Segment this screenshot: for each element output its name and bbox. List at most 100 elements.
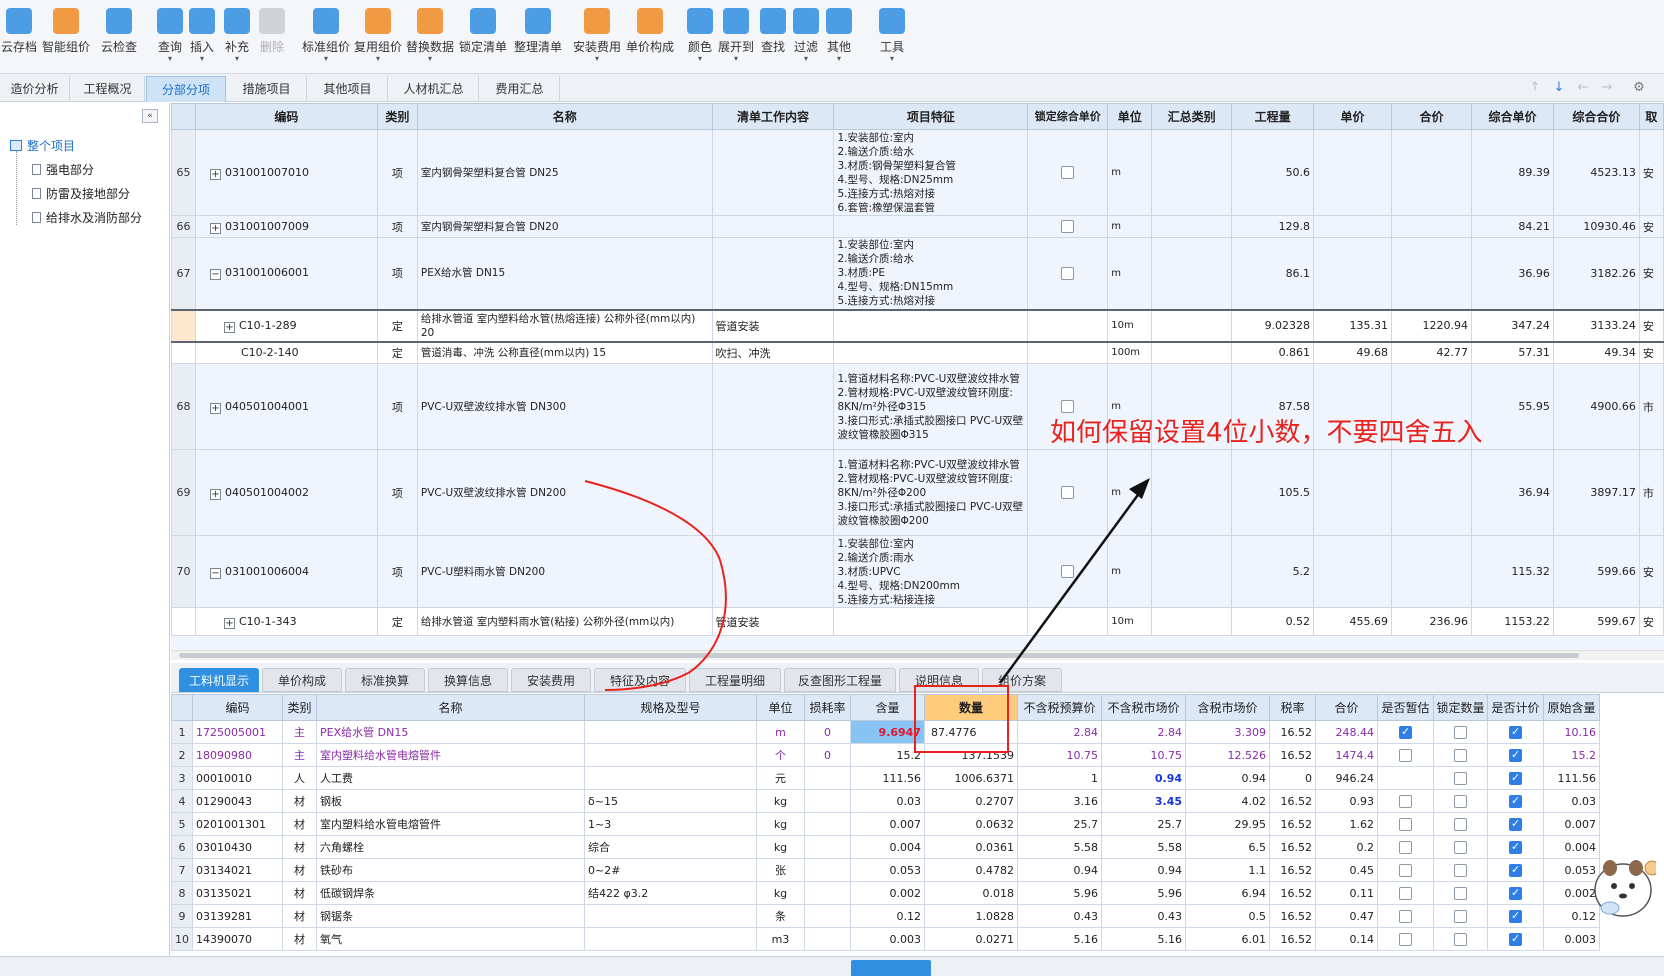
- cell-lock[interactable]: [1433, 789, 1488, 813]
- cell-unit[interactable]: 条: [756, 904, 805, 928]
- lock-price-checkbox[interactable]: [1061, 267, 1075, 280]
- tab-measures[interactable]: 措施项目: [227, 76, 307, 102]
- cell-lock[interactable]: [1433, 927, 1488, 951]
- column-settings-icon[interactable]: ⚙: [1630, 80, 1648, 96]
- cell-unit[interactable]: 10m: [1107, 308, 1153, 343]
- expand-icon[interactable]: +: [223, 321, 235, 333]
- cell-total[interactable]: 0.45: [1315, 858, 1378, 882]
- column-header[interactable]: 综合合价: [1552, 103, 1640, 130]
- cell-loss[interactable]: [804, 927, 851, 951]
- cell-loss[interactable]: [804, 881, 851, 905]
- cell-priced[interactable]: [1487, 904, 1544, 928]
- cell-name[interactable]: 室内钢骨架塑料复合管 DN25: [416, 129, 713, 216]
- cell-code[interactable]: C10-2-140: [194, 341, 378, 364]
- tab-other-items[interactable]: 其他项目: [308, 76, 388, 102]
- cell-qty[interactable]: 50.6: [1231, 129, 1315, 216]
- cell-cprice[interactable]: 57.31: [1470, 341, 1554, 364]
- cell-num[interactable]: 1: [171, 720, 193, 744]
- cell-type[interactable]: 主: [282, 743, 317, 767]
- cell-price[interactable]: [1313, 237, 1393, 310]
- est-checkbox[interactable]: [1399, 932, 1412, 946]
- est-checkbox[interactable]: [1399, 863, 1412, 877]
- lock-checkbox[interactable]: [1454, 863, 1467, 877]
- cell-unit[interactable]: m: [756, 720, 805, 744]
- cell-code[interactable]: +040501004001: [194, 363, 378, 450]
- cell-budget[interactable]: 0.94: [1017, 858, 1102, 882]
- cell-orig[interactable]: 0.007: [1543, 812, 1600, 836]
- cell-ctotal[interactable]: 4523.13: [1552, 129, 1640, 216]
- cell-cprice[interactable]: 1153.22: [1470, 607, 1554, 636]
- priced-checkbox[interactable]: [1509, 909, 1522, 923]
- cell-unit[interactable]: 个: [756, 743, 805, 767]
- cell-unit[interactable]: kg: [756, 812, 805, 836]
- column-header[interactable]: 合价: [1391, 103, 1472, 130]
- cell-content[interactable]: 0.003: [850, 927, 925, 951]
- cell-ctotal[interactable]: 3897.17: [1552, 449, 1640, 536]
- cell-priced[interactable]: [1487, 812, 1544, 836]
- cell-total[interactable]: 0.47: [1315, 904, 1378, 928]
- table-row[interactable]: 67−031001006001 项 PEX给水管 DN15 1.安装部位:室内 2.输送…: [171, 237, 1664, 310]
- cell-tail[interactable]: 安: [1638, 308, 1664, 343]
- cell-name[interactable]: PEX给水管 DN15: [416, 237, 713, 310]
- cell-work[interactable]: [711, 237, 835, 310]
- priced-checkbox[interactable]: [1509, 863, 1522, 877]
- cell-feature[interactable]: 1.安装部位:室内 2.输送介质:给水 3.材质:PE 4.型号、规格:DN15mm 5…: [833, 237, 1029, 310]
- cell-unit[interactable]: m: [1107, 237, 1153, 310]
- cell-qty[interactable]: 0.2707: [924, 789, 1018, 813]
- cell-spec[interactable]: δ~15: [584, 789, 757, 813]
- cell-num[interactable]: 4: [171, 789, 193, 813]
- cell-est[interactable]: [1377, 743, 1434, 767]
- cell-type[interactable]: 主: [282, 720, 317, 744]
- cell-work[interactable]: [711, 449, 835, 536]
- expand-icon[interactable]: +: [209, 222, 221, 234]
- column-header[interactable]: 综合单价: [1470, 103, 1554, 130]
- cell-feature[interactable]: 1.管道材料名称:PVC-U双壁波纹排水管 2.管材规格:PVC-U双壁波纹管环刚…: [833, 449, 1029, 536]
- cell-orig[interactable]: 15.2: [1543, 743, 1600, 767]
- cell-price[interactable]: 49.68: [1313, 341, 1393, 364]
- cell-loss[interactable]: [804, 904, 851, 928]
- cell-ctotal[interactable]: 599.66: [1552, 535, 1640, 608]
- cell-market[interactable]: 0.94: [1101, 858, 1186, 882]
- est-checkbox[interactable]: [1399, 886, 1412, 900]
- cell-qty[interactable]: 0.4782: [924, 858, 1018, 882]
- table-cell[interactable]: [1151, 341, 1233, 364]
- table-row[interactable]: 1 17250050​01 主 PEX给水管 DN15 m 0 9.6947 87.4776 2…: [171, 720, 1600, 744]
- priced-checkbox[interactable]: [1509, 748, 1522, 762]
- cell-spec[interactable]: 结422 φ3.2: [584, 881, 757, 905]
- toolbar-button-15[interactable]: 展开到 ▾: [716, 4, 756, 68]
- cell-est[interactable]: [1377, 720, 1434, 744]
- priced-checkbox[interactable]: [1509, 794, 1522, 808]
- cell-total[interactable]: 1220.94: [1391, 308, 1472, 343]
- toolbar-button-12[interactable]: 安装费用 ▾: [571, 4, 623, 68]
- lock-price-checkbox[interactable]: [1061, 166, 1075, 180]
- cell-loss[interactable]: [804, 766, 851, 790]
- column-header[interactable]: 编码: [192, 694, 283, 721]
- cell-work[interactable]: [711, 363, 835, 450]
- cell-num[interactable]: 70: [171, 535, 196, 608]
- tab-cost-analysis[interactable]: 造价分析: [0, 76, 70, 102]
- tab-features-content[interactable]: 特征及内容: [594, 668, 686, 692]
- table-cell[interactable]: [1027, 341, 1109, 364]
- table-row[interactable]: + C10-1-289 定给排水管道 室内塑料给水管(热熔连接) 公称外径(mm以内…: [171, 308, 1664, 343]
- cell-name[interactable]: 人工费: [316, 766, 585, 790]
- cell-spec[interactable]: 综合: [584, 835, 757, 859]
- column-header[interactable]: 损耗率: [804, 694, 851, 721]
- cell-lock[interactable]: [1433, 743, 1488, 767]
- arrow-left-icon[interactable]: ←: [1574, 80, 1592, 96]
- cell-tail[interactable]: 安: [1638, 129, 1664, 216]
- toolbar-button-2[interactable]: 云检查: [93, 4, 145, 68]
- table-row[interactable]: 7 03134021 材铁砂布 0~2# 张 0.053 0.4782 0.94 0.94 1.1…: [171, 858, 1600, 882]
- cell-tail[interactable]: 安: [1638, 535, 1664, 608]
- column-header[interactable]: 清单工作内容: [711, 103, 835, 130]
- tab-project-overview[interactable]: 工程概况: [71, 76, 145, 102]
- cell-ctotal[interactable]: 49.34: [1552, 341, 1640, 364]
- cell-type[interactable]: 项: [376, 215, 418, 238]
- toolbar-button-19[interactable]: 工具 ▾: [872, 4, 912, 68]
- cell-rate[interactable]: 0: [1269, 766, 1316, 790]
- cell-type[interactable]: 定: [376, 308, 418, 343]
- cell-rate[interactable]: 16.52: [1269, 927, 1316, 951]
- cell-tail[interactable]: 安: [1638, 237, 1664, 310]
- table-cell[interactable]: [1151, 215, 1233, 238]
- cell-cprice[interactable]: 84.21: [1470, 215, 1554, 238]
- cell-unit[interactable]: kg: [756, 835, 805, 859]
